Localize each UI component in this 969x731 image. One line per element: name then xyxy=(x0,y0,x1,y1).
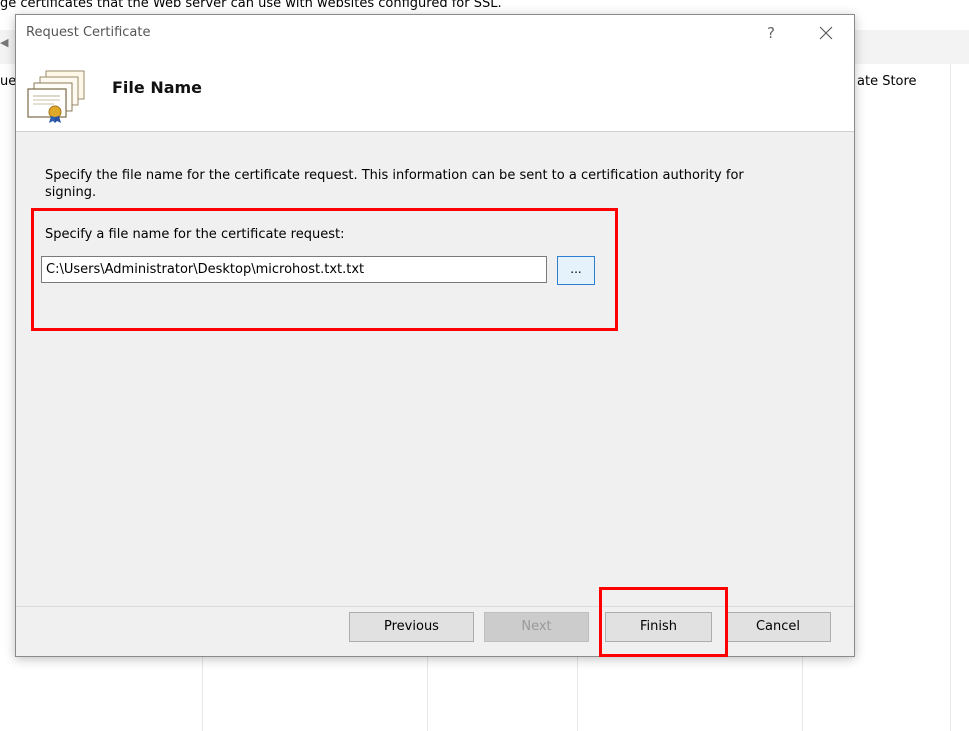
previous-button[interactable]: Previous xyxy=(349,612,474,642)
background-column-header-store: ate Store xyxy=(857,74,917,89)
next-button[interactable]: Next xyxy=(484,612,589,642)
background-column-divider xyxy=(950,64,951,731)
background-grid-line xyxy=(427,656,428,731)
footer-separator xyxy=(16,606,854,607)
wizard-header: File Name xyxy=(16,53,854,132)
dialog-titlebar[interactable]: Request Certificate ? xyxy=(16,15,854,53)
background-description: ge certificates that the Web server can … xyxy=(0,0,502,11)
request-certificate-dialog: Request Certificate ? File Name Specify … xyxy=(15,14,855,657)
background-grid-line xyxy=(577,656,578,731)
dialog-title: Request Certificate xyxy=(26,25,151,40)
background-grid-line xyxy=(202,656,203,731)
background-nav-arrow-icon: ◀ xyxy=(0,36,9,49)
annotation-highlight-file-field xyxy=(31,208,618,331)
annotation-highlight-finish xyxy=(599,587,728,657)
background-grid-line xyxy=(802,656,803,731)
background-column-header-left: ue xyxy=(0,74,17,89)
certificate-stack-icon xyxy=(27,70,85,123)
close-icon[interactable] xyxy=(812,21,840,45)
page-title: File Name xyxy=(112,78,203,97)
instructions-text: Specify the file name for the certificat… xyxy=(45,168,744,200)
help-icon[interactable]: ? xyxy=(760,22,782,44)
cancel-button[interactable]: Cancel xyxy=(725,612,831,642)
